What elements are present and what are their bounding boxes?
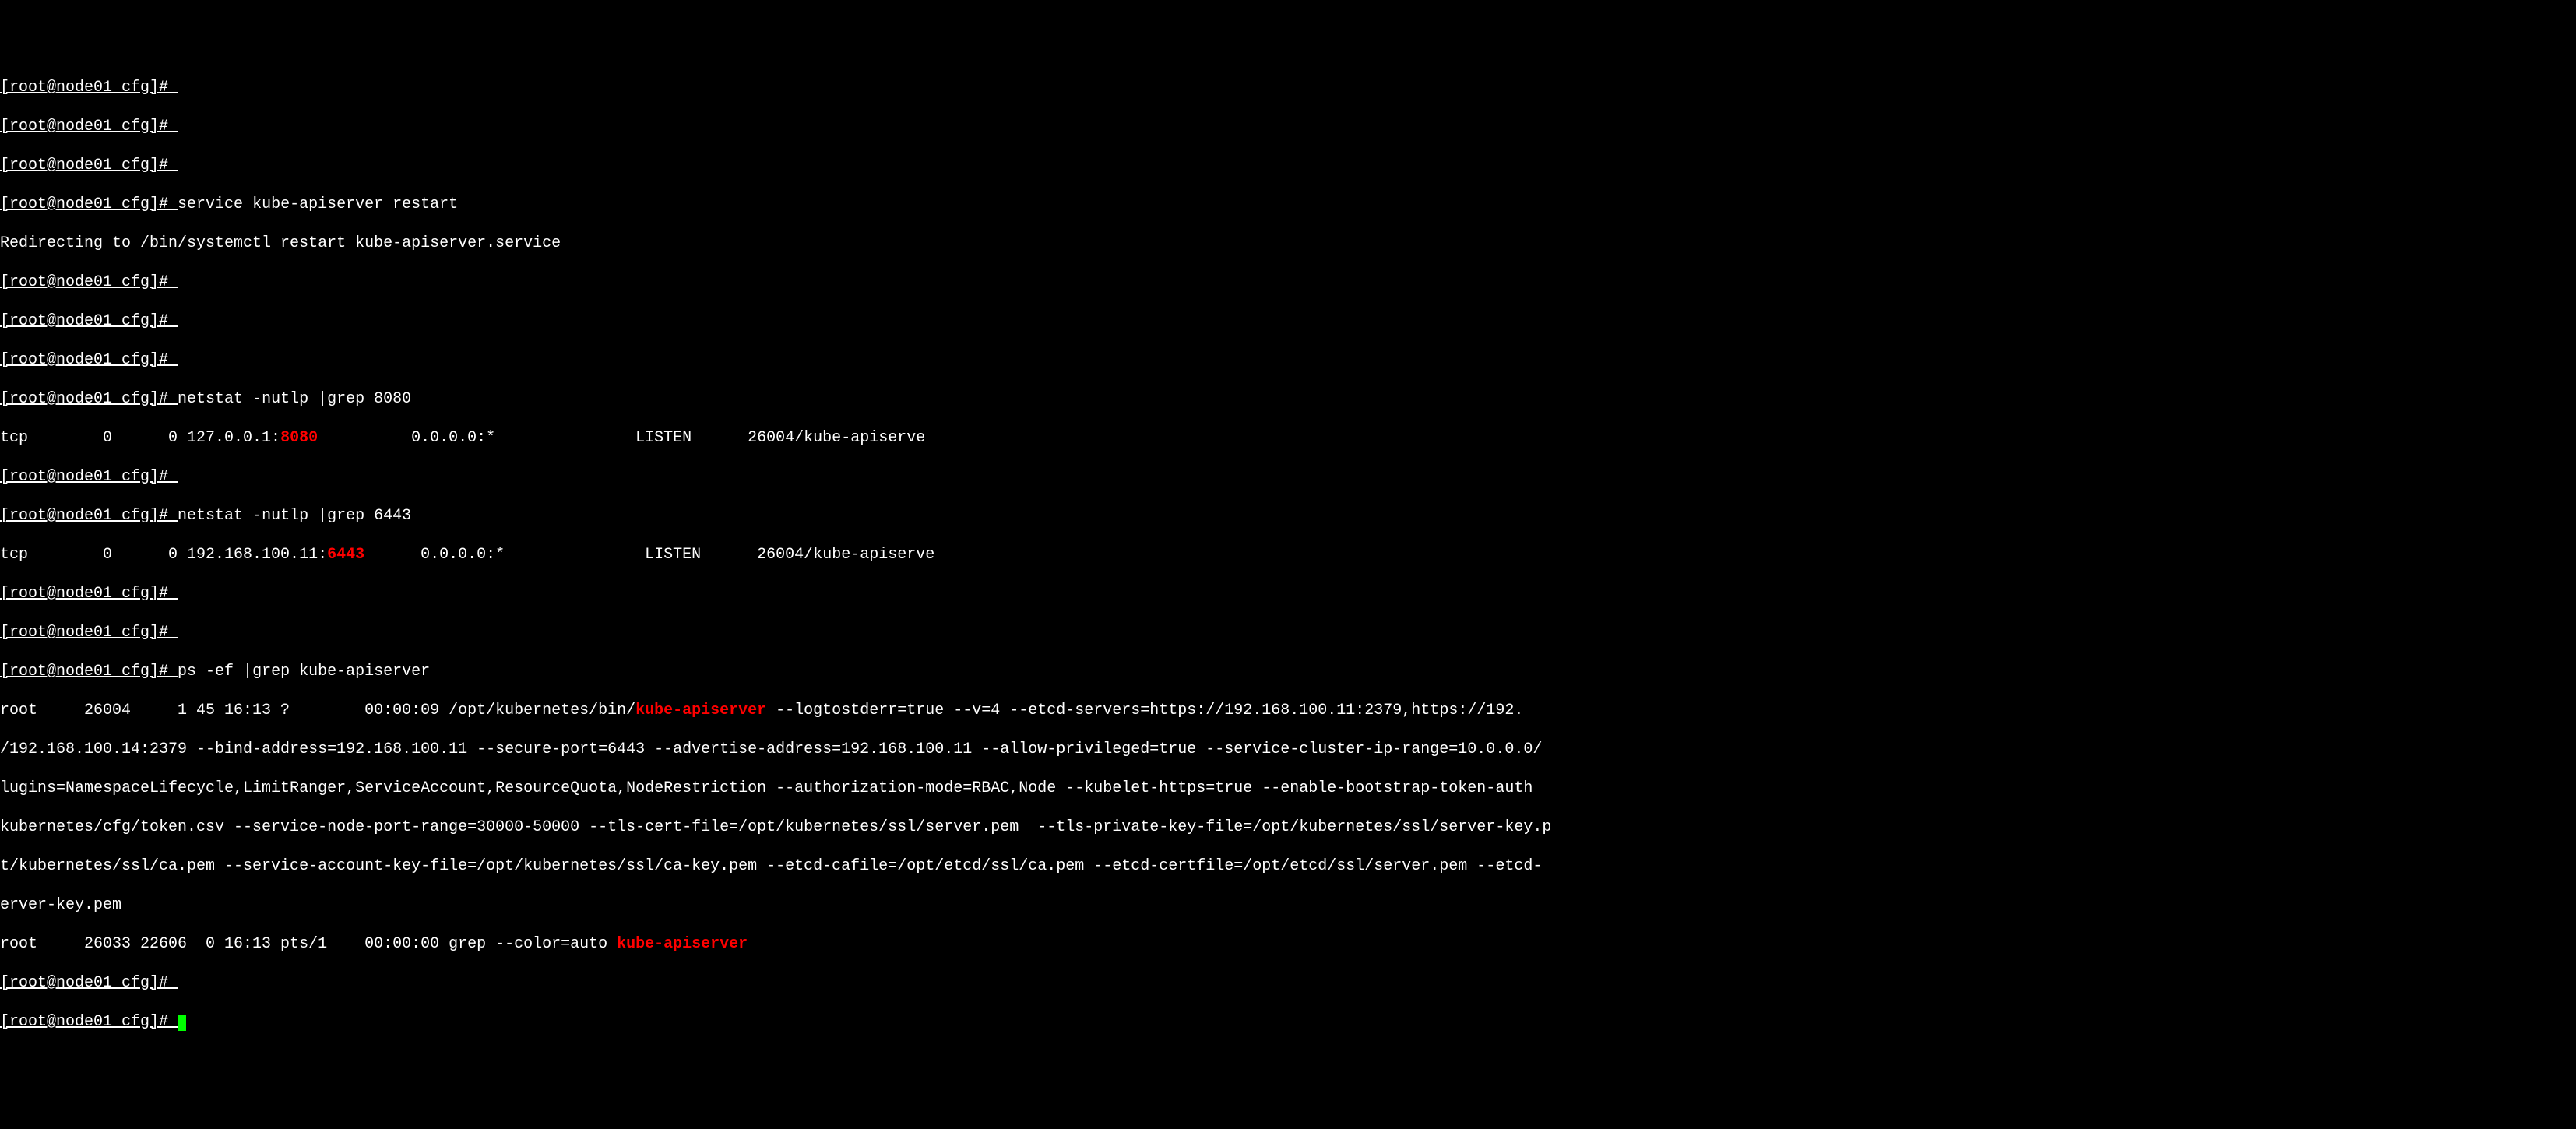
terminal-line: [root@node01 cfg]# [0, 973, 2576, 993]
terminal-line: [root@node01 cfg]# [0, 350, 2576, 370]
cursor [178, 1015, 186, 1031]
terminal-line: [root@node01 cfg]# [0, 584, 2576, 603]
terminal-output: root 26033 22606 0 16:13 pts/1 00:00:00 … [0, 934, 2576, 954]
terminal-output: t/kubernetes/ssl/ca.pem --service-accoun… [0, 856, 2576, 876]
terminal-output: /192.168.100.14:2379 --bind-address=192.… [0, 740, 2576, 759]
terminal-line: [root@node01 cfg]# [0, 273, 2576, 292]
terminal-output: kubernetes/cfg/token.csv --service-node-… [0, 818, 2576, 837]
terminal-output: root 26004 1 45 16:13 ? 00:00:09 /opt/ku… [0, 701, 2576, 720]
terminal-line: [root@node01 cfg]# ps -ef |grep kube-api… [0, 662, 2576, 681]
terminal-output: tcp 0 0 192.168.100.11:6443 0.0.0.0:* LI… [0, 545, 2576, 564]
terminal-line: [root@node01 cfg]# [0, 117, 2576, 136]
terminal-line: [root@node01 cfg]# [0, 623, 2576, 642]
terminal-line: [root@node01 cfg]# [0, 467, 2576, 487]
terminal-line: [root@node01 cfg]# [0, 156, 2576, 175]
terminal-line: [root@node01 cfg]# [0, 78, 2576, 97]
terminal-line: [root@node01 cfg]# [0, 311, 2576, 331]
terminal-line: [root@node01 cfg]# netstat -nutlp |grep … [0, 389, 2576, 409]
terminal-input-line[interactable]: [root@node01 cfg]# [0, 1012, 2576, 1032]
terminal-output: erver-key.pem [0, 895, 2576, 915]
terminal-line: [root@node01 cfg]# netstat -nutlp |grep … [0, 506, 2576, 526]
terminal-output: lugins=NamespaceLifecycle,LimitRanger,Se… [0, 779, 2576, 798]
terminal-output: Redirecting to /bin/systemctl restart ku… [0, 234, 2576, 253]
highlighted-process: kube-apiserver [617, 935, 748, 953]
highlighted-port: 8080 [280, 429, 318, 447]
terminal-line: [root@node01 cfg]# service kube-apiserve… [0, 195, 2576, 214]
terminal-output: tcp 0 0 127.0.0.1:8080 0.0.0.0:* LISTEN … [0, 428, 2576, 448]
highlighted-process: kube-apiserver [635, 702, 766, 719]
highlighted-port: 6443 [327, 546, 364, 564]
